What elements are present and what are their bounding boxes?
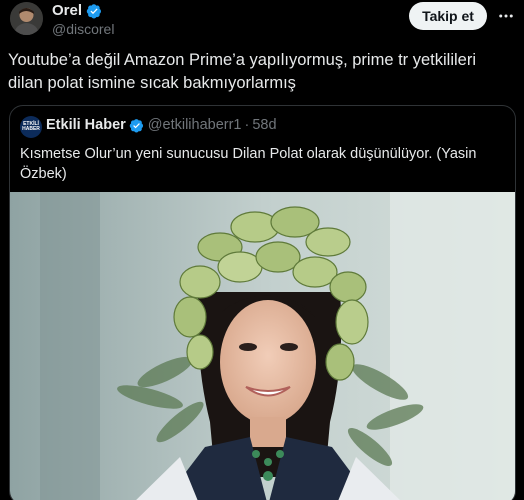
quoted-tweet-text: Kısmetse Olur’un yeni sunucusu Dilan Pol… xyxy=(20,146,477,182)
quoted-tweet-image[interactable] xyxy=(10,192,515,500)
author-name[interactable]: Orel xyxy=(52,2,82,19)
quoted-avatar-logo-text: ETKİLİ HABER xyxy=(22,121,40,132)
tweet-card: Orel @discorel Takip et Youtube’a değil … xyxy=(0,0,524,500)
author-handle[interactable]: @discorel xyxy=(52,21,114,37)
verified-badge-icon xyxy=(129,118,143,132)
quoted-tweet-header: Etkili Haber @etkilihaberr1 · 58d xyxy=(46,117,277,133)
quoted-author-handle[interactable]: @etkilihaberr1 xyxy=(148,117,242,133)
quoted-author-avatar[interactable]: ETKİLİ HABER xyxy=(20,116,42,138)
quoted-tweet[interactable]: ETKİLİ HABER Etkili Haber @etkilihaberr1… xyxy=(9,105,516,500)
more-options-icon[interactable] xyxy=(496,6,516,26)
quoted-tweet-timestamp[interactable]: 58d xyxy=(252,117,276,133)
header-separator: · xyxy=(244,117,250,133)
author-avatar[interactable] xyxy=(10,2,43,35)
follow-button[interactable]: Takip et xyxy=(409,2,487,30)
author-name-row[interactable]: Orel xyxy=(52,2,102,19)
quoted-author-name[interactable]: Etkili Haber xyxy=(46,117,126,133)
verified-badge-icon xyxy=(86,3,102,18)
tweet-text: Youtube’a değil Amazon Prime’a yapılıyor… xyxy=(8,51,477,92)
